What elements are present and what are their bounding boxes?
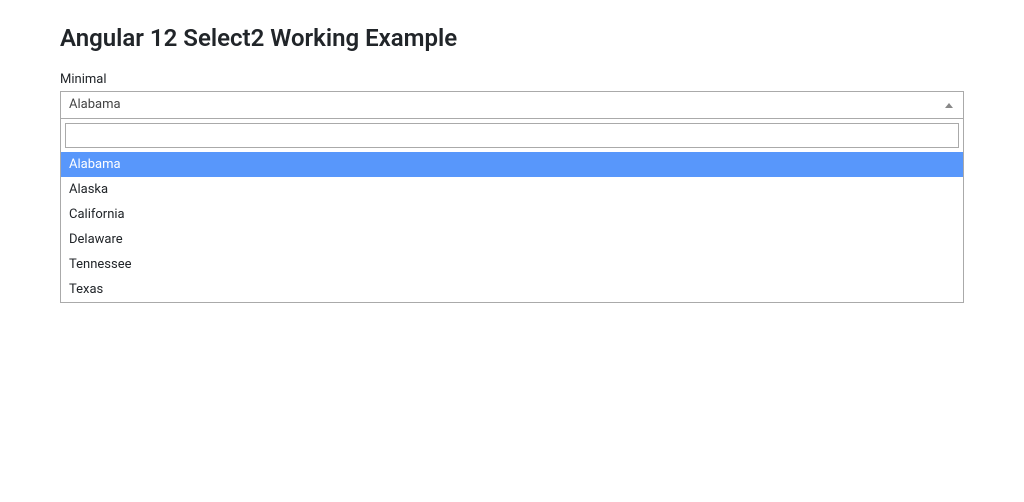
select2-selected-value: Alabama	[69, 92, 955, 118]
select2-container: Alabama AlabamaAlaskaCaliforniaDelawareT…	[60, 91, 964, 303]
select2-selection[interactable]: Alabama	[60, 91, 964, 119]
search-input[interactable]	[65, 123, 959, 148]
page-title: Angular 12 Select2 Working Example	[60, 24, 964, 52]
option-item[interactable]: Delaware	[61, 227, 963, 252]
option-item[interactable]: California	[61, 202, 963, 227]
select2-results[interactable]: AlabamaAlaskaCaliforniaDelawareTennessee…	[61, 152, 963, 302]
option-item[interactable]: Alaska	[61, 177, 963, 202]
field-label-minimal: Minimal	[60, 72, 964, 87]
option-item[interactable]: Texas	[61, 277, 963, 302]
select2-dropdown: AlabamaAlaskaCaliforniaDelawareTennessee…	[60, 119, 964, 303]
option-item[interactable]: Tennessee	[61, 252, 963, 277]
option-item[interactable]: Alabama	[61, 152, 963, 177]
chevron-up-icon	[939, 95, 959, 115]
options-list: AlabamaAlaskaCaliforniaDelawareTennessee…	[61, 152, 963, 302]
select2-search-wrapper	[61, 119, 963, 152]
